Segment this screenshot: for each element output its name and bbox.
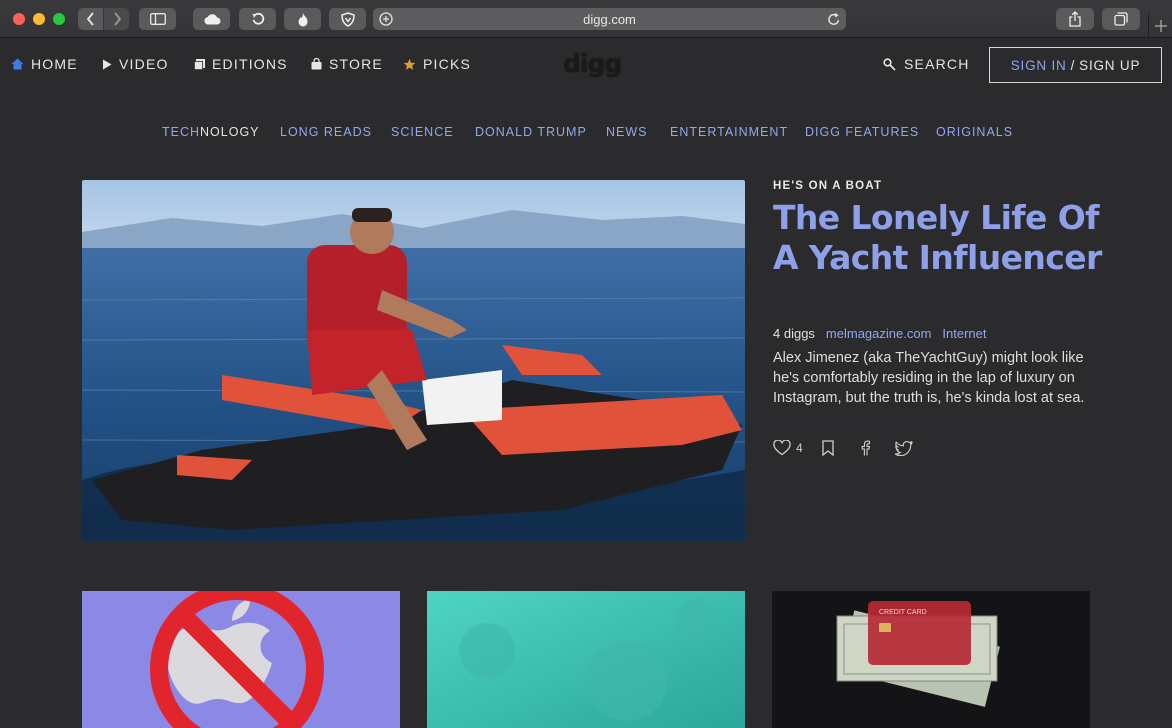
nav-picks[interactable]: PICKS [403, 56, 471, 72]
feature-headline[interactable]: The Lonely Life Of A Yacht Influencer [773, 198, 1103, 278]
chevron-right-icon [113, 12, 121, 26]
chevron-left-icon [86, 12, 94, 26]
category-science[interactable]: SCIENCE [391, 125, 454, 139]
undo-icon [252, 12, 264, 25]
story-card-3[interactable]: CREDIT CARD [772, 591, 1090, 728]
icloud-tabs-button[interactable] [193, 8, 230, 30]
search-button[interactable]: SEARCH [883, 56, 970, 72]
source-link[interactable]: melmagazine.com [826, 326, 932, 341]
sign-in-link[interactable]: SIGN IN [1011, 58, 1067, 73]
history-button[interactable] [239, 8, 276, 30]
category-donald-trump[interactable]: DONALD TRUMP [475, 125, 587, 139]
category-long-reads[interactable]: LONG READS [280, 125, 372, 139]
cloud-icon [203, 14, 220, 25]
plus-icon [1154, 19, 1167, 32]
play-icon [103, 59, 112, 69]
underwater-image [427, 591, 745, 728]
digg-count: 4 diggs [773, 326, 815, 341]
editions-icon [194, 58, 205, 70]
nav-home-label: HOME [31, 56, 78, 72]
url-text: digg.com [583, 12, 636, 27]
facebook-icon [861, 440, 870, 456]
show-tabs-button[interactable] [1102, 8, 1140, 30]
home-icon [11, 58, 24, 70]
category-originals[interactable]: ORIGINALS [936, 125, 1013, 139]
shield-icon [340, 11, 355, 27]
share-facebook-button[interactable] [861, 440, 870, 456]
privacy-extension-button[interactable] [329, 8, 366, 30]
flame-icon [298, 12, 308, 26]
nav-editions[interactable]: EDITIONS [194, 56, 288, 72]
star-icon [403, 58, 416, 70]
reload-icon[interactable] [827, 11, 841, 27]
fullscreen-window-button[interactable] [53, 13, 65, 25]
category-entertainment[interactable]: ENTERTAINMENT [670, 125, 788, 139]
bag-icon [311, 58, 322, 70]
save-button[interactable] [822, 440, 834, 456]
extension-button[interactable] [284, 8, 321, 30]
nav-video[interactable]: VIDEO [102, 56, 169, 72]
like-count: 4 [796, 441, 803, 455]
nav-picks-label: PICKS [423, 56, 472, 72]
back-button[interactable] [78, 8, 103, 30]
nav-home[interactable]: HOME [11, 56, 78, 72]
nav-store[interactable]: STORE [311, 56, 383, 72]
digg-button[interactable]: 4 [773, 440, 803, 456]
sign-up-link[interactable]: SIGN UP [1079, 58, 1140, 73]
tabs-overview-icon [1114, 12, 1128, 26]
forward-button[interactable] [104, 8, 129, 30]
new-tab-button[interactable] [1148, 13, 1172, 38]
feature-description: Alex Jimenez (aka TheYachtGuy) might loo… [773, 350, 1085, 406]
category-technology-highlight: TECH [162, 125, 201, 139]
feature-actions: 4 [773, 440, 913, 456]
category-nav: TECHNOLOGY LONG READS SCIENCE DONALD TRU… [0, 125, 1172, 141]
twitter-icon [894, 440, 913, 456]
minimize-window-button[interactable] [33, 13, 45, 25]
sign-in-separator: / [1070, 57, 1076, 73]
credit-card-money-image: CREDIT CARD [772, 591, 1090, 728]
browser-toolbar: digg.com [0, 0, 1172, 38]
sidebar-toggle-button[interactable] [139, 8, 176, 30]
digg-logo[interactable]: digg [563, 49, 622, 79]
credit-card-label: CREDIT CARD [879, 609, 927, 616]
feature-meta: 4 diggs melmagazine.com Internet [773, 326, 987, 341]
feature-image[interactable] [82, 180, 745, 541]
address-bar[interactable]: digg.com [373, 8, 846, 30]
category-digg-features[interactable]: DIGG FEATURES [805, 125, 919, 139]
feature-kicker: HE'S ON A BOAT [773, 180, 883, 192]
share-button[interactable] [1056, 8, 1094, 30]
search-label: SEARCH [904, 56, 970, 72]
story-card-2[interactable] [427, 591, 745, 728]
heart-icon [773, 440, 791, 456]
nav-video-label: VIDEO [119, 56, 169, 72]
sidebar-icon [149, 13, 166, 25]
category-news[interactable]: NEWS [606, 125, 648, 139]
story-card-1[interactable] [82, 591, 400, 728]
category-technology[interactable]: TECHNOLOGY [162, 125, 260, 139]
no-apple-image [82, 591, 400, 728]
close-window-button[interactable] [13, 13, 25, 25]
share-icon [1069, 11, 1081, 27]
search-icon [883, 57, 896, 71]
nav-editions-label: EDITIONS [212, 56, 288, 72]
jet-ski-photo [82, 180, 745, 541]
sign-in-sign-up-button[interactable]: SIGN IN / SIGN UP [989, 47, 1162, 83]
share-twitter-button[interactable] [894, 440, 913, 456]
tag-link[interactable]: Internet [942, 326, 986, 341]
category-technology-rest: NOLOGY [200, 125, 260, 139]
nav-store-label: STORE [329, 56, 383, 72]
bookmark-icon [822, 440, 834, 456]
